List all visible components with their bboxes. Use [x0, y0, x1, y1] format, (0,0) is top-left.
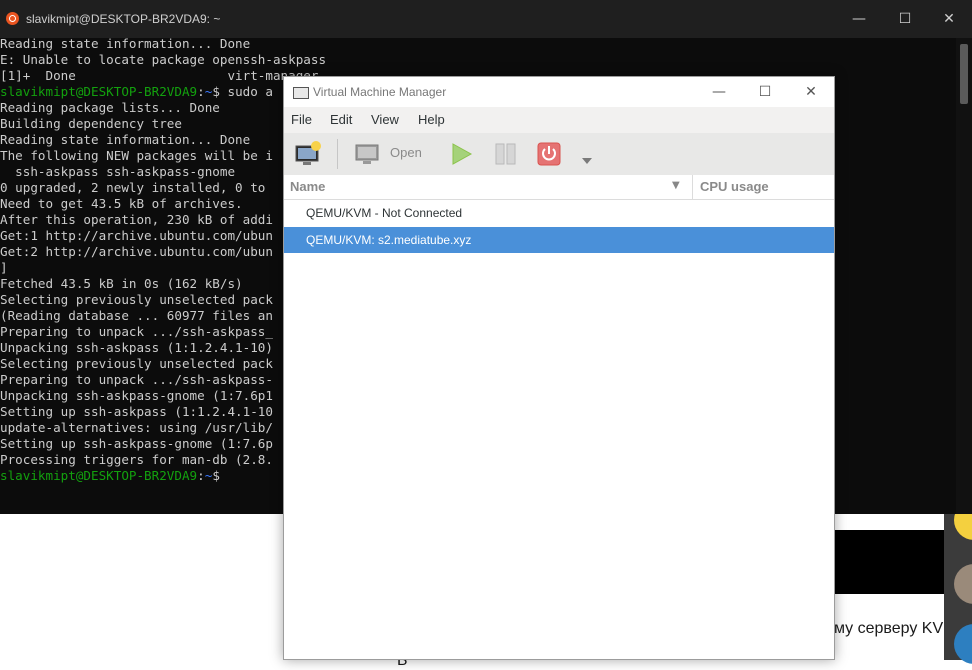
- menu-file[interactable]: File: [291, 112, 312, 127]
- terminal-title: slavikmipt@DESKTOP-BR2VDA9: ~: [26, 12, 221, 26]
- terminal-line: Reading state information... Done: [0, 36, 251, 51]
- column-cpu-usage[interactable]: CPU usage: [700, 179, 769, 194]
- column-name[interactable]: Name: [290, 179, 325, 194]
- open-button[interactable]: [354, 140, 382, 172]
- new-vm-icon: [295, 141, 321, 165]
- run-button[interactable]: [449, 142, 473, 170]
- prompt-user: slavikmipt@DESKTOP-BR2VDA9: [0, 84, 198, 99]
- chevron-down-icon: [582, 158, 592, 164]
- maximize-button[interactable]: ☐: [882, 0, 928, 38]
- virt-manager-window[interactable]: Virtual Machine Manager — ☐ ✕ File Edit …: [283, 76, 835, 660]
- terminal-titlebar[interactable]: slavikmipt@DESKTOP-BR2VDA9: ~ — ☐ ✕: [0, 0, 972, 38]
- terminal-line: E: Unable to locate package openssh-askp…: [0, 52, 327, 67]
- connection-row-selected[interactable]: QEMU/KVM: s2.mediatube.xyz: [284, 227, 834, 253]
- shutdown-menu-button[interactable]: [581, 150, 593, 169]
- minimize-button[interactable]: —: [696, 77, 742, 107]
- menu-help[interactable]: Help: [418, 112, 445, 127]
- close-button[interactable]: ✕: [788, 77, 834, 107]
- avatar[interactable]: [954, 624, 972, 664]
- shutdown-button[interactable]: [537, 142, 561, 170]
- column-divider[interactable]: [692, 175, 693, 199]
- vmm-titlebar[interactable]: Virtual Machine Manager — ☐ ✕: [284, 77, 834, 107]
- pause-button[interactable]: [494, 142, 518, 170]
- connection-row[interactable]: QEMU/KVM - Not Connected: [284, 200, 834, 226]
- toolbar-separator: [337, 139, 338, 169]
- background-banner: [832, 530, 944, 594]
- power-icon: [537, 142, 561, 166]
- play-icon: [452, 143, 473, 165]
- new-vm-button[interactable]: [294, 140, 322, 172]
- virt-manager-app-icon: [293, 87, 309, 99]
- background-article-text: му серверу KV: [834, 620, 944, 637]
- monitor-icon: [355, 144, 379, 164]
- open-button-label[interactable]: Open: [390, 145, 422, 160]
- menu-view[interactable]: View: [371, 112, 399, 127]
- menu-bar: File Edit View Help: [284, 107, 834, 133]
- close-button[interactable]: ✕: [926, 0, 972, 38]
- prompt-user: slavikmipt@DESKTOP-BR2VDA9: [0, 468, 198, 483]
- connection-label: QEMU/KVM: s2.mediatube.xyz: [306, 233, 472, 247]
- vmm-title: Virtual Machine Manager: [313, 85, 447, 99]
- connection-label: QEMU/KVM - Not Connected: [306, 206, 463, 220]
- ubuntu-icon: [6, 12, 19, 25]
- avatar[interactable]: [954, 564, 972, 604]
- terminal-scrollbar[interactable]: [956, 38, 972, 514]
- maximize-button[interactable]: ☐: [742, 77, 788, 107]
- minimize-button[interactable]: —: [836, 0, 882, 38]
- menu-edit[interactable]: Edit: [330, 112, 352, 127]
- scrollbar-thumb[interactable]: [960, 44, 968, 104]
- toolbar: Open: [284, 133, 834, 176]
- column-header: Name ▼ CPU usage: [284, 175, 834, 200]
- sort-chevron-down-icon[interactable]: ▼: [672, 180, 680, 191]
- pause-icon: [495, 143, 516, 165]
